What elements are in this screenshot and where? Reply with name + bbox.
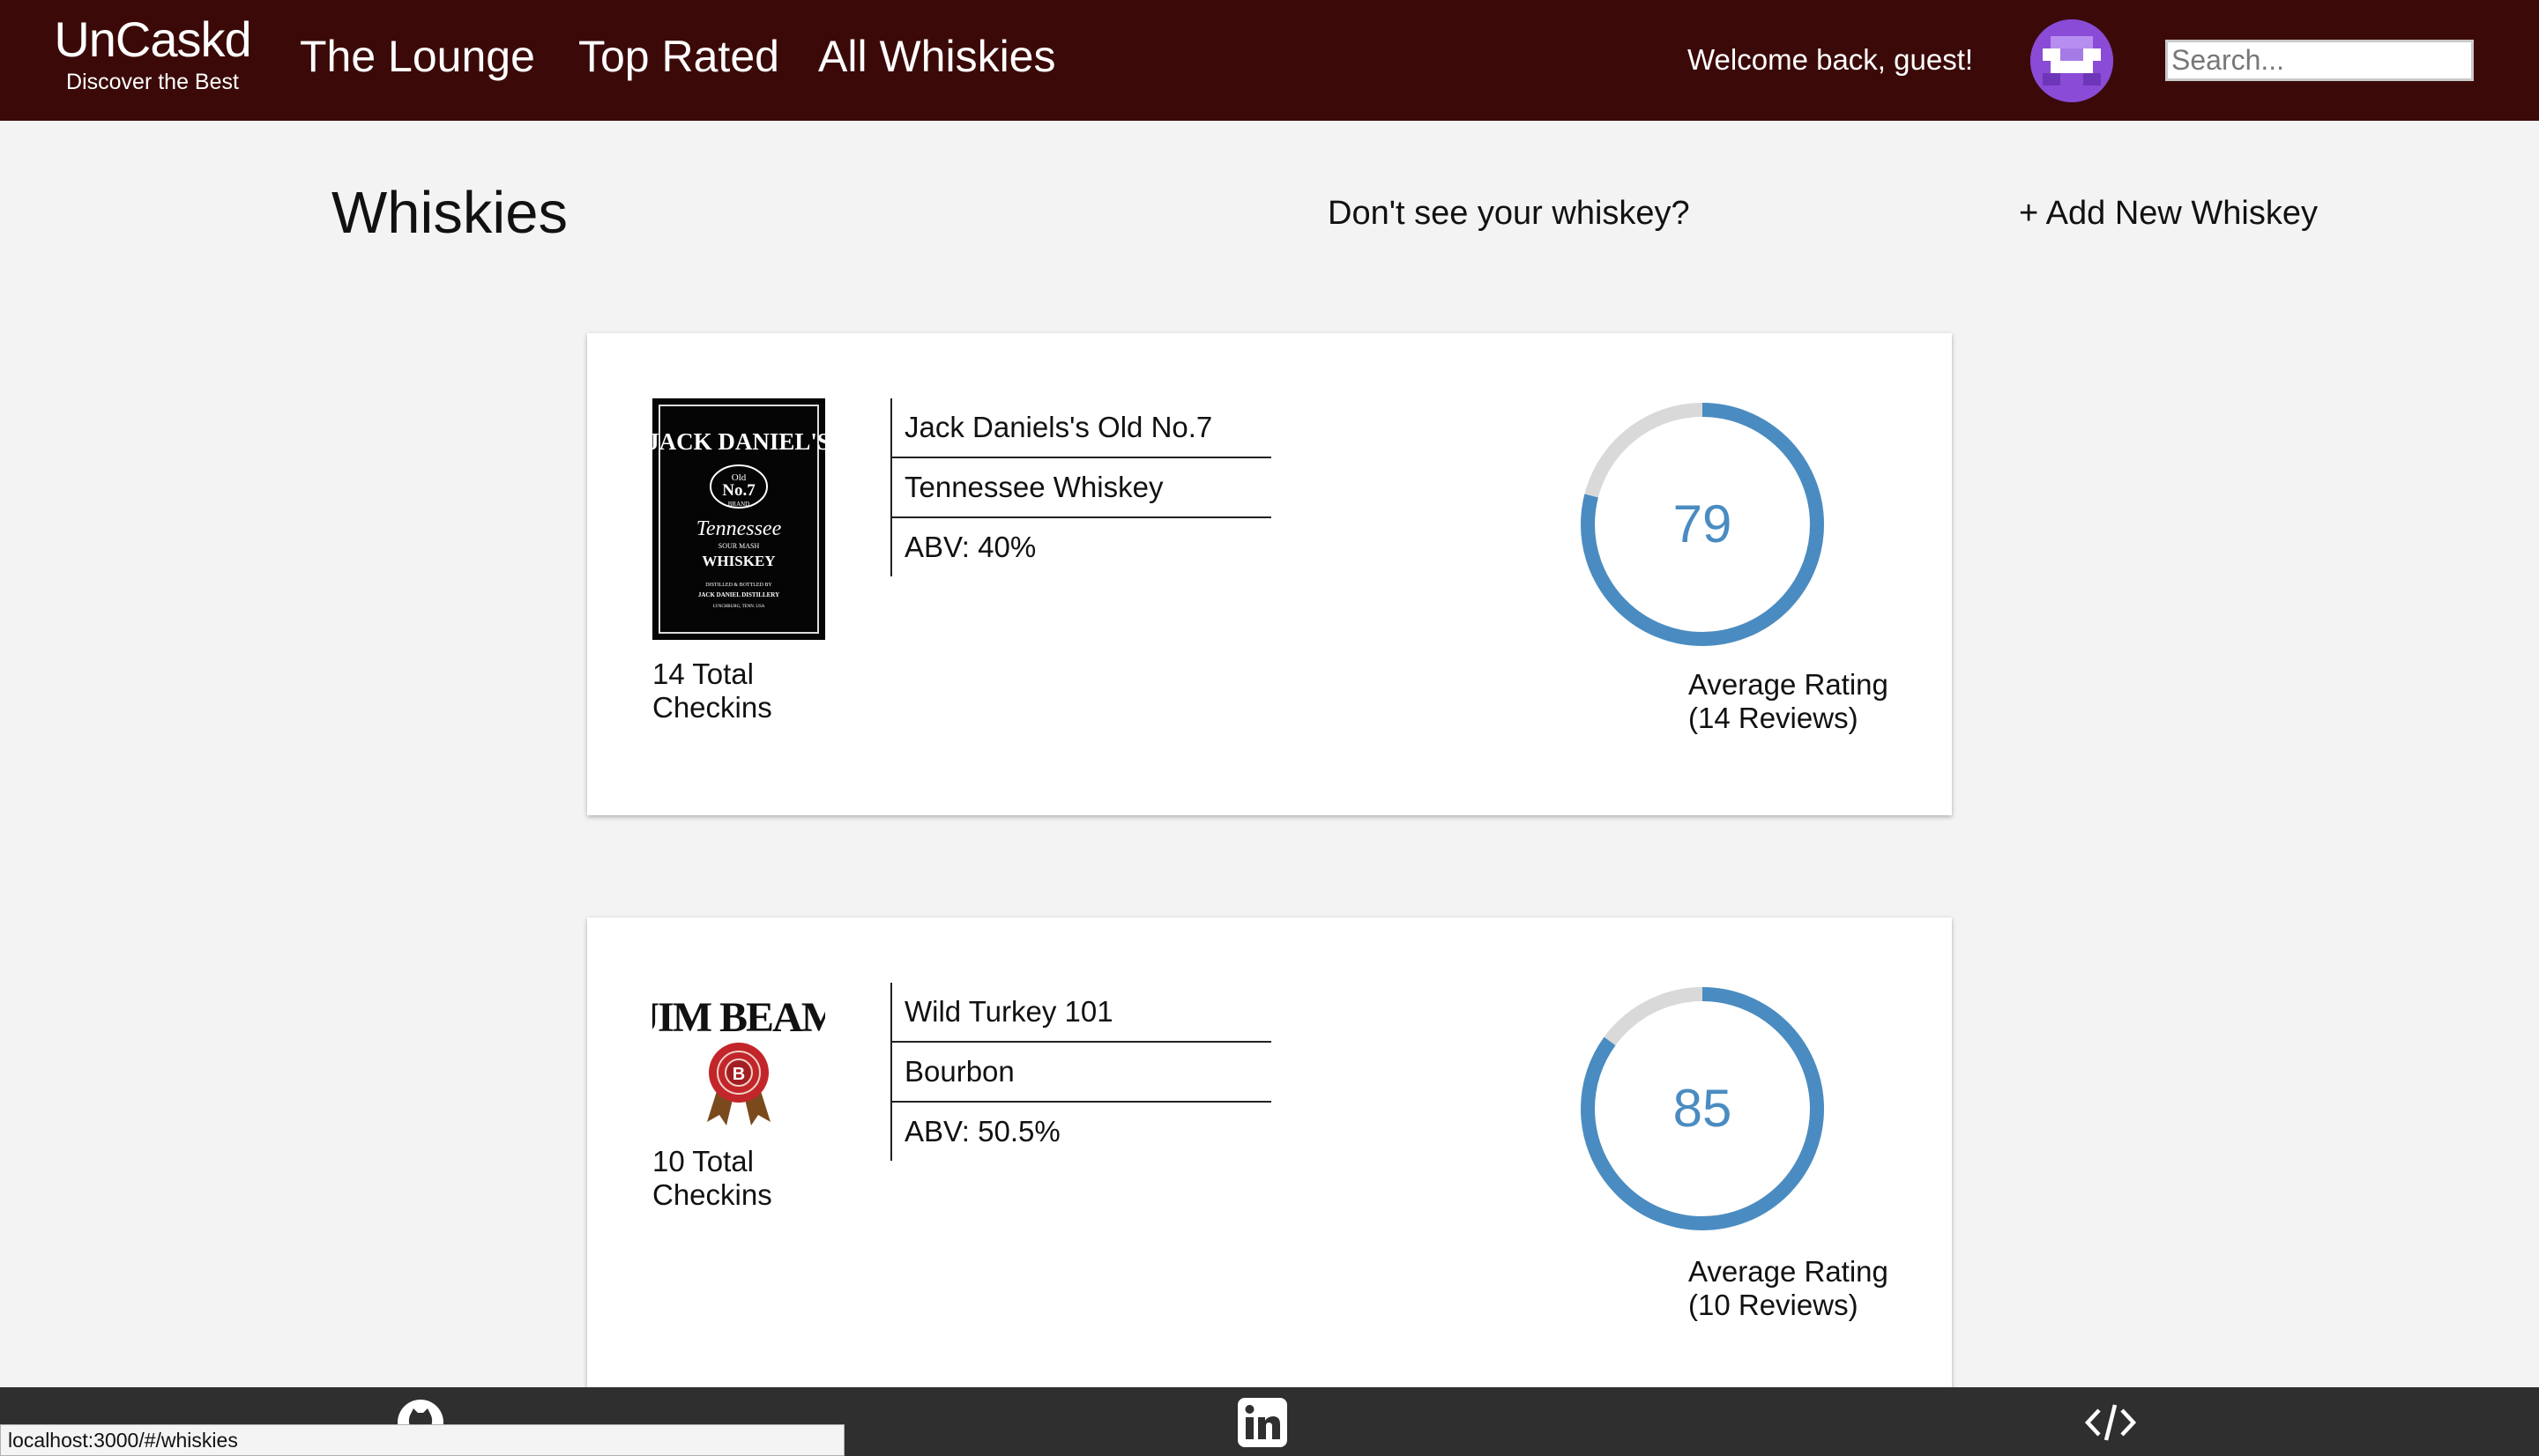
page-title: Whiskies (331, 180, 569, 246)
label-distilled-text: DISTILLED & BOTTLED BY (705, 583, 772, 588)
average-rating-text: Average Rating (1688, 1255, 1888, 1288)
avatar-identicon-icon (2030, 19, 2113, 102)
logo-seal-text: B (733, 1065, 745, 1084)
rating-ring: 79 (1575, 397, 1830, 652)
linkedin-icon (1238, 1398, 1287, 1447)
label-distillery-text: JACK DANIEL DISTILLERY (698, 591, 779, 598)
whiskey-card[interactable]: JACK DANIEL'S Old No.7 BRAND Tennessee S… (587, 333, 1952, 815)
code-icon (2084, 1404, 2137, 1441)
nav-link-all-whiskies[interactable]: All Whiskies (818, 30, 1055, 83)
rating-ring: 85 (1575, 981, 1830, 1237)
brand[interactable]: UnCaskd Discover the Best (51, 12, 254, 95)
jack-daniels-label-icon: JACK DANIEL'S Old No.7 BRAND Tennessee S… (647, 398, 830, 640)
checkins-line2: Checkins (652, 691, 772, 724)
whiskey-details: Jack Daniels's Old No.7 Tennessee Whiske… (890, 398, 1271, 576)
code-link[interactable] (2084, 1396, 2137, 1449)
avatar[interactable] (2030, 19, 2113, 102)
review-count: (14 Reviews) (1688, 702, 1858, 734)
brand-tagline: Discover the Best (66, 70, 239, 94)
review-count: (10 Reviews) (1688, 1289, 1858, 1321)
browser-status-url: localhost:3000/#/whiskies (0, 1424, 845, 1456)
average-rating-label: Average Rating (14 Reviews) (1688, 668, 1888, 735)
label-location-text: LYNCHBURG, TENN. USA (713, 605, 765, 609)
rating-value: 85 (1672, 1079, 1732, 1138)
average-rating-text: Average Rating (1688, 668, 1888, 701)
rating-value: 79 (1672, 494, 1732, 553)
whiskey-image[interactable]: JACK DANIEL'S Old No.7 BRAND Tennessee S… (647, 398, 830, 640)
whiskey-card[interactable]: JIM BEAM B 10 Total Checkins Wild Turkey… (587, 917, 1952, 1393)
logo-brand-text: JIM BEAM (652, 994, 825, 1041)
missing-whiskey-prompt: Don't see your whiskey? (1328, 195, 1690, 232)
whiskey-abv: ABV: 50.5% (905, 1115, 1061, 1148)
label-sour-mash-text: SOUR MASH (719, 542, 760, 550)
navbar: UnCaskd Discover the Best The Lounge Top… (0, 0, 2539, 121)
whiskey-abv: ABV: 40% (905, 531, 1037, 563)
jim-beam-logo-icon: JIM BEAM B (638, 994, 842, 1125)
nav-link-top-rated[interactable]: Top Rated (578, 30, 779, 83)
whiskey-name[interactable]: Jack Daniels's Old No.7 (892, 398, 1271, 458)
checkins-count: 14 Total Checkins (652, 657, 846, 724)
brand-name[interactable]: UnCaskd (51, 12, 254, 67)
checkins-line1: 14 Total (652, 657, 754, 690)
nav-link-the-lounge[interactable]: The Lounge (300, 30, 535, 83)
checkins-count: 10 Total Checkins (652, 1145, 846, 1212)
checkins-line2: Checkins (652, 1178, 772, 1211)
label-brand-text: JACK DANIEL'S (652, 428, 825, 455)
whiskey-name[interactable]: Wild Turkey 101 (892, 983, 1271, 1043)
label-brand-small-text: BRAND (728, 501, 750, 508)
checkins-line1: 10 Total (652, 1145, 754, 1177)
whiskey-details: Wild Turkey 101 Bourbon ABV: 50.5% (890, 983, 1271, 1161)
add-new-whiskey-link[interactable]: + Add New Whiskey (2019, 194, 2318, 233)
linkedin-link[interactable] (1236, 1396, 1289, 1449)
average-rating-label: Average Rating (10 Reviews) (1688, 1255, 1888, 1322)
whiskey-style: Tennessee Whiskey (892, 458, 1271, 518)
welcome-message: Welcome back, guest! (1687, 43, 1974, 76)
search-input[interactable] (2165, 40, 2474, 81)
whiskey-style: Bourbon (892, 1043, 1271, 1103)
label-tennessee-text: Tennessee (696, 517, 782, 540)
label-no7-text: No.7 (722, 481, 756, 500)
label-whiskey-text: WHISKEY (702, 553, 775, 569)
